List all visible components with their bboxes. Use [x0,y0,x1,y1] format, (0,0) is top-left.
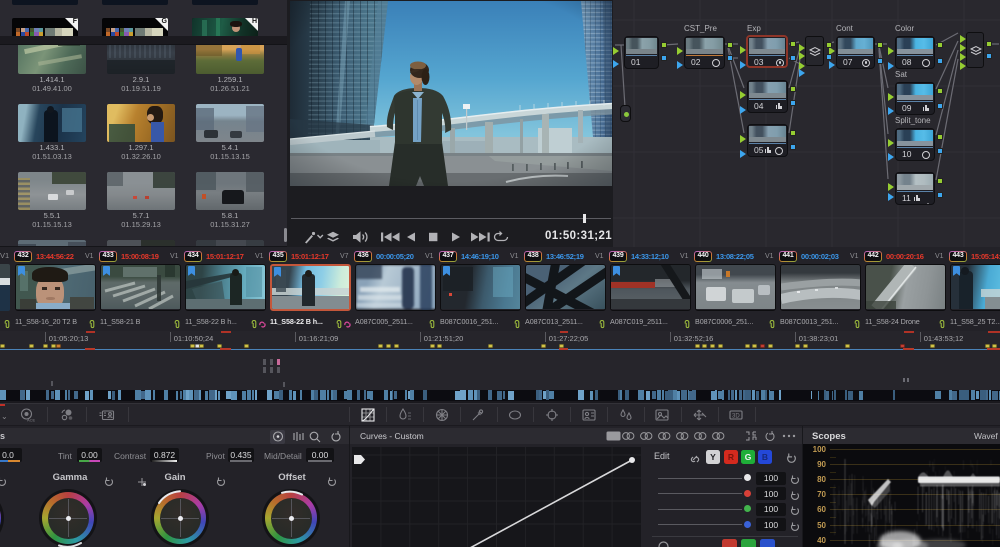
svg-text:ACE: ACE [27,418,35,423]
svg-text:3D: 3D [732,414,740,420]
